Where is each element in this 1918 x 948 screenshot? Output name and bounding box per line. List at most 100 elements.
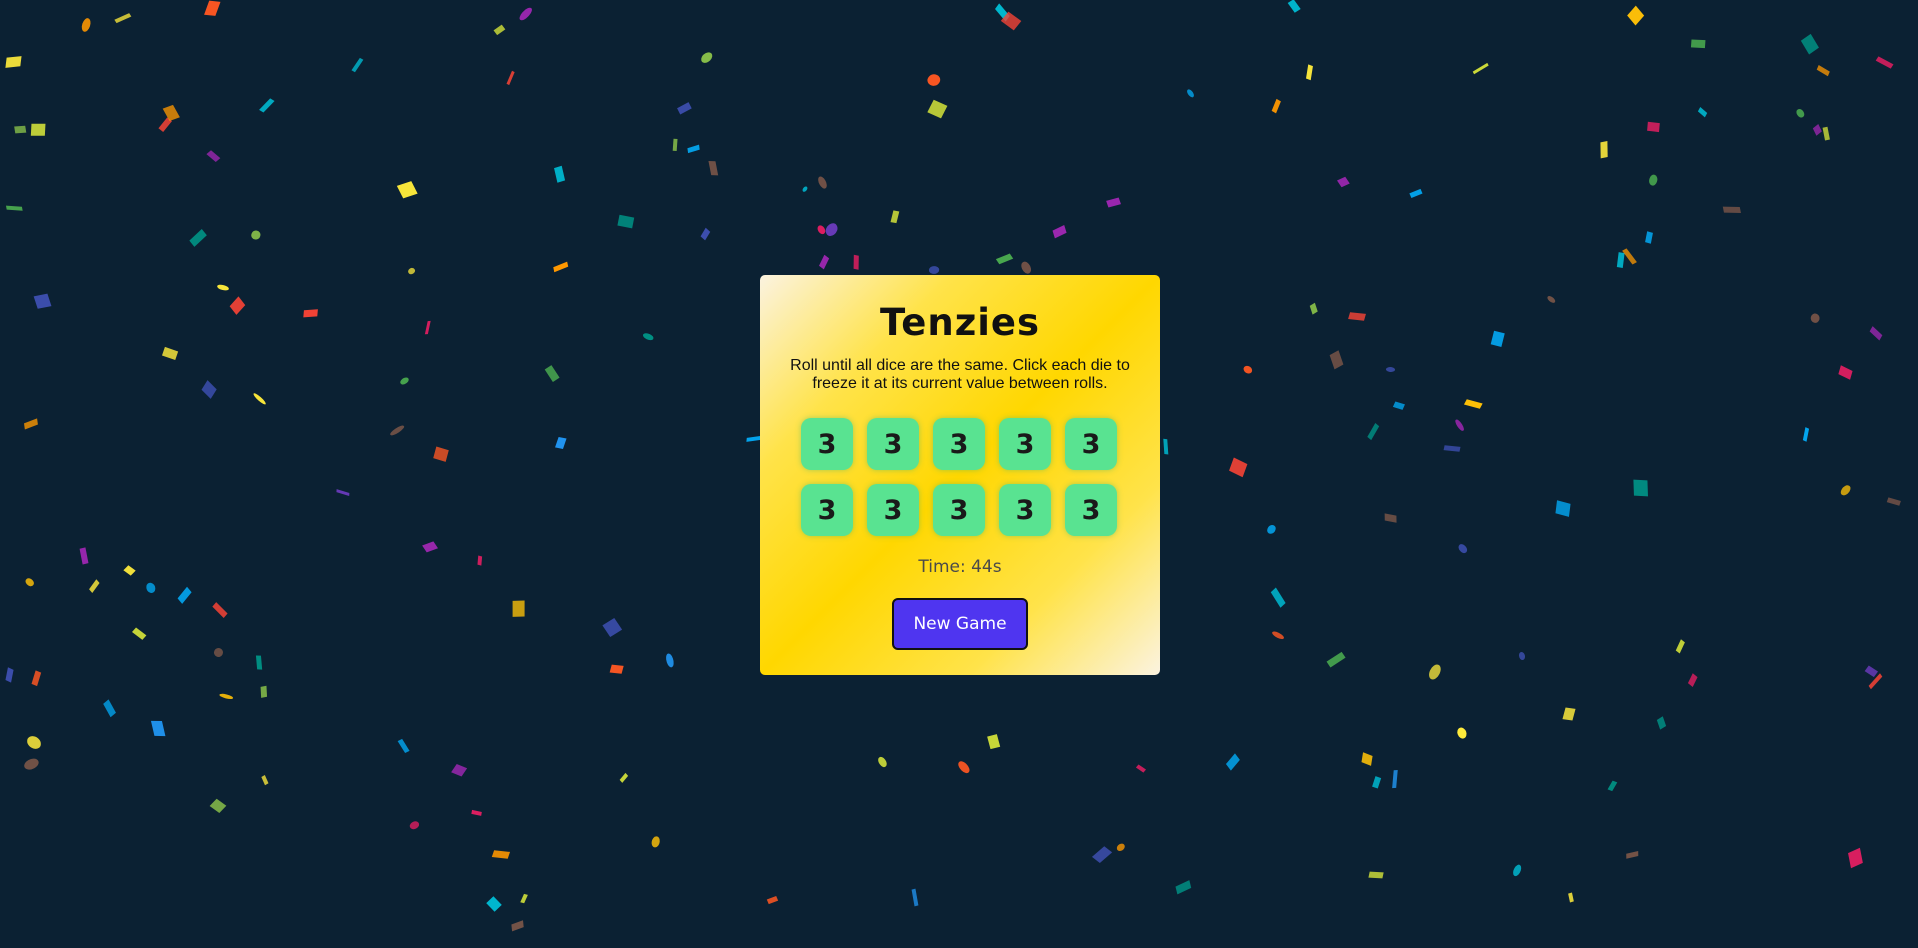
confetti-piece [1271,587,1286,608]
die-7[interactable]: 3 [867,484,919,536]
confetti-piece [617,214,635,229]
confetti-piece [619,772,629,783]
confetti-piece [1607,780,1618,792]
confetti-piece [408,819,422,831]
confetti-piece [33,294,52,310]
confetti-piece [1864,665,1878,677]
confetti-piece [1456,725,1469,741]
confetti-piece [158,117,173,133]
confetti-piece [511,920,524,932]
confetti-piece [890,210,900,223]
confetti-piece [388,424,406,437]
confetti-piece [1647,121,1660,132]
confetti-piece [493,24,506,36]
confetti-piece [1722,207,1742,214]
timer-display: Time: 44s [918,557,1002,577]
confetti-piece [145,581,156,594]
confetti-piece [424,320,431,334]
die-4[interactable]: 3 [999,418,1051,470]
confetti-piece [1600,140,1608,159]
die-10[interactable]: 3 [1065,484,1117,536]
confetti-piece [1453,418,1465,432]
confetti-piece [212,602,228,619]
confetti-piece [516,5,534,22]
confetti-piece [1511,862,1524,878]
confetti-piece [212,646,225,659]
die-2[interactable]: 3 [867,418,919,470]
confetti-piece [552,261,568,273]
die-5[interactable]: 3 [1065,418,1117,470]
confetti-piece [1266,524,1277,534]
confetti-piece [1626,851,1639,859]
confetti-piece [399,376,409,386]
die-1[interactable]: 3 [801,418,853,470]
confetti-piece [1463,398,1483,409]
confetti-piece [397,738,409,753]
confetti-piece [1020,260,1033,277]
confetti-piece [1885,497,1901,506]
confetti-piece [1106,197,1121,208]
die-6[interactable]: 3 [801,484,853,536]
confetti-piece [1000,11,1021,31]
confetti-piece [766,896,779,905]
confetti-piece [601,618,622,638]
confetti-piece [853,254,859,270]
confetti-piece [996,253,1013,265]
confetti-piece [1690,39,1706,49]
confetti-piece [1837,365,1852,380]
confetti-piece [22,756,42,772]
confetti-piece [610,663,624,674]
confetti-piece [927,99,947,118]
die-9[interactable]: 3 [999,484,1051,536]
confetti-piece [553,165,566,183]
confetti-piece [1555,499,1571,517]
confetti-piece [1371,776,1381,789]
confetti-piece [162,104,180,121]
confetti-piece [911,888,919,907]
confetti-piece [477,555,482,566]
confetti-piece [677,102,692,115]
confetti-piece [1186,87,1196,99]
confetti-piece [544,364,560,382]
game-instructions: Roll until all dice are the same. Click … [790,357,1130,392]
app-stage: Tenzies Roll until all dice are the same… [0,0,1918,948]
die-8[interactable]: 3 [933,484,985,536]
confetti-piece [1091,846,1112,863]
confetti-piece [1567,892,1574,903]
confetti-piece [925,72,943,88]
confetti-piece [204,0,221,16]
confetti-piece [1518,651,1526,661]
confetti-piece [1868,672,1883,689]
confetti-piece [519,893,527,904]
confetti-piece [114,13,131,24]
confetti-piece [351,58,364,73]
confetti-piece [1645,230,1654,244]
confetti-piece [1848,848,1864,869]
confetti-piece [303,309,318,318]
confetti-piece [1633,479,1648,496]
confetti-piece [206,149,221,162]
confetti-piece [664,651,675,669]
confetti-piece [132,627,146,640]
confetti-piece [1243,365,1254,374]
confetti-piece [177,587,192,604]
confetti-piece [216,283,230,292]
confetti-piece [23,418,38,430]
confetti-piece [79,547,88,564]
die-3[interactable]: 3 [933,418,985,470]
confetti-piece [1472,63,1489,75]
confetti-piece [1329,350,1343,370]
confetti-piece [1795,107,1807,119]
confetti-piece [485,895,502,912]
game-card: Tenzies Roll until all dice are the same… [760,275,1160,675]
confetti-piece [1336,176,1350,188]
confetti-piece [1305,64,1313,81]
confetti-piece [1310,302,1318,315]
confetti-piece [1869,326,1883,341]
confetti-piece [1427,663,1444,681]
confetti-piece [641,332,656,342]
confetti-piece [1163,438,1168,455]
new-game-button[interactable]: New Game [892,598,1028,650]
confetti-piece [1823,126,1831,141]
confetti-piece [1803,426,1810,442]
